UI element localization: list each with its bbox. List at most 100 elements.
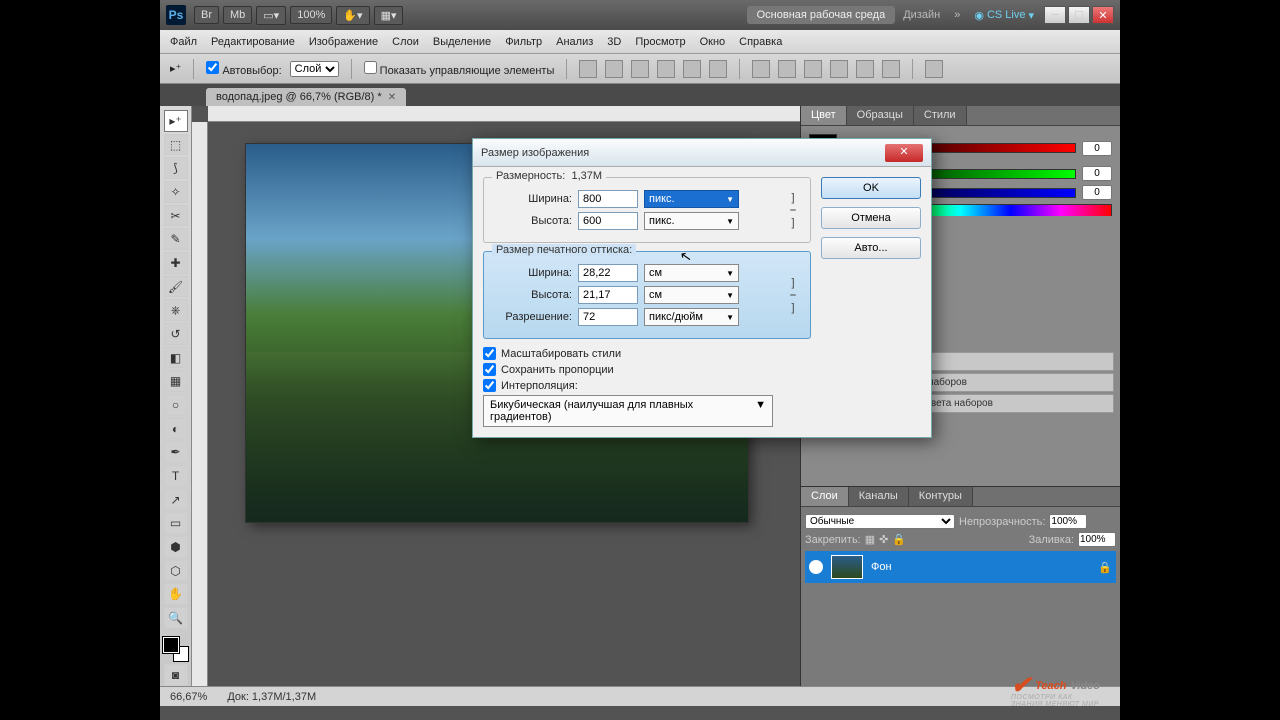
auto-align-icon[interactable] — [925, 60, 943, 78]
menu-file[interactable]: Файл — [170, 36, 197, 48]
resample-checkbox[interactable]: Интерполяция: — [483, 379, 811, 392]
g-input[interactable] — [1082, 166, 1112, 181]
stamp-tool-icon[interactable]: ⎈ — [164, 299, 188, 321]
wand-tool-icon[interactable]: ✧ — [164, 181, 188, 203]
lock-position-icon[interactable]: ✜ — [879, 533, 888, 546]
eraser-tool-icon[interactable]: ◧ — [164, 347, 188, 369]
menu-window[interactable]: Окно — [700, 36, 726, 48]
3d-tool-icon[interactable]: ⬢ — [164, 536, 188, 558]
menu-help[interactable]: Справка — [739, 36, 782, 48]
px-width-input[interactable] — [578, 190, 638, 208]
status-docinfo[interactable]: Док: 1,37M/1,37M — [227, 691, 316, 703]
auto-button[interactable]: Авто... — [821, 237, 921, 259]
px-height-input[interactable] — [578, 212, 638, 230]
marquee-tool-icon[interactable]: ⬚ — [164, 134, 188, 156]
workspace-active[interactable]: Основная рабочая среда — [747, 6, 896, 24]
quickmask-icon[interactable]: ◙ — [164, 664, 188, 686]
distribute-icon[interactable] — [752, 60, 770, 78]
blur-tool-icon[interactable]: ○ — [164, 394, 188, 416]
zoom-tool-icon[interactable]: 🔍 — [164, 607, 188, 629]
doc-width-unit[interactable]: см▼ — [644, 264, 739, 282]
distribute-icon[interactable] — [856, 60, 874, 78]
constrain-proportions-checkbox[interactable]: Сохранить пропорции — [483, 363, 811, 376]
align-icon[interactable] — [631, 60, 649, 78]
minibridge-icon[interactable]: Mb — [223, 6, 252, 24]
bridge-icon[interactable]: Br — [194, 6, 219, 24]
distribute-icon[interactable] — [830, 60, 848, 78]
dialog-titlebar[interactable]: Размер изображения ✕ — [473, 139, 931, 167]
px-height-unit[interactable]: пикс.▼ — [644, 212, 739, 230]
crop-tool-icon[interactable]: ✂ — [164, 205, 188, 227]
ruler-vertical[interactable] — [192, 122, 208, 686]
align-icon[interactable] — [709, 60, 727, 78]
tab-styles[interactable]: Стили — [914, 106, 967, 125]
distribute-icon[interactable] — [804, 60, 822, 78]
minimize-icon[interactable]: ─ — [1044, 6, 1066, 24]
dialog-close-icon[interactable]: ✕ — [885, 144, 923, 162]
document-tab[interactable]: водопад.jpeg @ 66,7% (RGB/8) * ✕ — [206, 88, 406, 106]
history-brush-icon[interactable]: ↺ — [164, 323, 188, 345]
layer-thumbnail[interactable] — [831, 555, 863, 579]
resolution-unit[interactable]: пикс/дюйм▼ — [644, 308, 739, 326]
3d-camera-icon[interactable]: ⬡ — [164, 560, 188, 582]
doc-height-input[interactable] — [578, 286, 638, 304]
distribute-icon[interactable] — [882, 60, 900, 78]
dodge-tool-icon[interactable]: ◐ — [164, 418, 188, 440]
hand-tool-icon[interactable]: ✋ — [164, 583, 188, 605]
fill-input[interactable] — [1078, 532, 1116, 547]
autoselect-checkbox[interactable]: Автовыбор: — [206, 61, 281, 77]
tab-swatches[interactable]: Образцы — [847, 106, 914, 125]
heal-tool-icon[interactable]: ✚ — [164, 252, 188, 274]
menu-filter[interactable]: Фильтр — [505, 36, 542, 48]
lock-all-icon[interactable]: 🔒 — [892, 533, 906, 546]
hand-icon[interactable]: ✋▾ — [336, 6, 369, 25]
path-tool-icon[interactable]: ↗ — [164, 489, 188, 511]
screen-mode-icon[interactable]: ▭▾ — [256, 6, 286, 25]
eyedropper-tool-icon[interactable]: ✎ — [164, 228, 188, 250]
doc-width-input[interactable] — [578, 264, 638, 282]
interpolation-select[interactable]: Бикубическая (наилучшая для плавных град… — [483, 395, 773, 427]
px-width-unit[interactable]: пикс.▼ — [644, 190, 739, 208]
visibility-icon[interactable] — [809, 560, 823, 574]
r-input[interactable] — [1082, 141, 1112, 156]
lasso-tool-icon[interactable]: ⟆ — [164, 157, 188, 179]
color-swatches[interactable] — [163, 637, 189, 663]
show-controls-checkbox[interactable]: Показать управляющие элементы — [364, 61, 555, 77]
shape-tool-icon[interactable]: ▭ — [164, 512, 188, 534]
opacity-input[interactable] — [1049, 514, 1087, 529]
doc-height-unit[interactable]: см▼ — [644, 286, 739, 304]
tab-channels[interactable]: Каналы — [849, 487, 909, 506]
menu-select[interactable]: Выделение — [433, 36, 491, 48]
menu-edit[interactable]: Редактирование — [211, 36, 295, 48]
type-tool-icon[interactable]: T — [164, 465, 188, 487]
ruler-horizontal[interactable] — [208, 106, 800, 122]
pen-tool-icon[interactable]: ✒ — [164, 441, 188, 463]
close-tab-icon[interactable]: ✕ — [388, 92, 396, 103]
zoom-level[interactable]: 100% — [290, 6, 332, 24]
brush-tool-icon[interactable]: 🖌 — [164, 276, 188, 298]
resolution-input[interactable] — [578, 308, 638, 326]
cancel-button[interactable]: Отмена — [821, 207, 921, 229]
maximize-icon[interactable]: ☐ — [1068, 6, 1090, 24]
tab-paths[interactable]: Контуры — [909, 487, 973, 506]
b-input[interactable] — [1082, 185, 1112, 200]
blend-mode-select[interactable]: Обычные — [805, 514, 955, 529]
arrange-icon[interactable]: ▦▾ — [374, 6, 404, 25]
align-icon[interactable] — [579, 60, 597, 78]
gradient-tool-icon[interactable]: ▦ — [164, 370, 188, 392]
workspace-design[interactable]: Дизайн — [895, 6, 948, 24]
align-icon[interactable] — [605, 60, 623, 78]
menu-3d[interactable]: 3D — [607, 36, 621, 48]
status-zoom[interactable]: 66,67% — [170, 691, 207, 703]
workspace-more-icon[interactable]: » — [948, 9, 966, 21]
close-icon[interactable]: ✕ — [1092, 6, 1114, 24]
menu-image[interactable]: Изображение — [309, 36, 378, 48]
lock-pixels-icon[interactable]: ▦ — [865, 533, 875, 546]
menu-view[interactable]: Просмотр — [635, 36, 685, 48]
align-icon[interactable] — [683, 60, 701, 78]
cslive-button[interactable]: ◉ CS Live ▾ — [966, 9, 1042, 22]
move-tool-icon[interactable]: ▸⁺ — [164, 110, 188, 132]
scale-styles-checkbox[interactable]: Масштабировать стили — [483, 347, 811, 360]
layer-row[interactable]: Фон 🔒 — [805, 551, 1116, 583]
menu-layer[interactable]: Слои — [392, 36, 419, 48]
